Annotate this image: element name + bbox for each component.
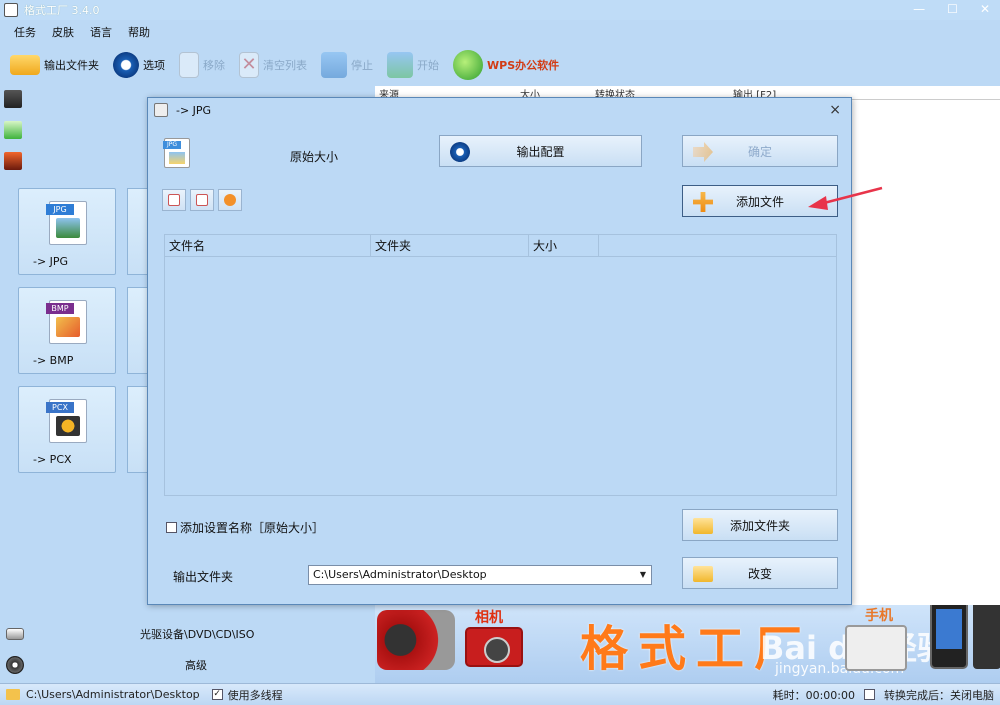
dialog-title-bar: -> JPG [148,98,851,122]
multithread-label: 使用多线程 [227,688,283,702]
output-config-button[interactable]: 输出配置 [439,135,642,167]
add-folder-button[interactable]: 添加文件夹 [682,509,838,541]
remove-file-icon [168,194,180,206]
elapsed-time: 耗时：00:00:00 [772,688,855,702]
dialog-close-button[interactable]: × [829,102,841,118]
jpg-file-icon: JPG [46,201,87,245]
play-button[interactable] [218,189,242,211]
tile-partial[interactable] [127,188,149,275]
output-folder-button[interactable]: 输出文件夹 [10,48,99,82]
remove-file-icon [179,52,199,78]
menu-bar: 任务 皮肤 语言 帮助 [0,20,1000,44]
add-setting-name-checkbox[interactable] [166,522,177,533]
stop-icon [321,52,347,78]
jpg-preset-icon: JPG [163,138,190,168]
clear-list-icon: ✕ [239,52,259,78]
remove-button[interactable]: 移除 [179,48,225,82]
play-icon [224,194,236,206]
folder-icon [6,689,20,700]
wps-globe-icon [453,50,483,80]
stop-button[interactable]: 停止 [321,48,373,82]
add-file-button[interactable]: 添加文件 [682,185,838,217]
window-title: 格式工厂 3.4.0 [24,4,100,17]
ad-banner[interactable]: 相机 格式工厂 Bai du 经验 jingyan.baidu.com 手机 [375,605,1000,683]
ok-button[interactable]: 确定 [682,135,838,167]
add-setting-name-option[interactable]: 添加设置名称［原始大小］ [166,519,324,536]
plus-icon [693,192,713,212]
output-folder-label: 输出文件夹 [173,570,234,584]
video-category-icon[interactable] [4,90,22,108]
tile-partial[interactable] [127,386,149,473]
minimize-button[interactable]: — [913,2,925,16]
add-setting-name-label: 添加设置名称［原始大小］ [180,521,325,535]
optical-drive-icon [6,628,24,640]
audio-category-icon[interactable] [4,121,22,139]
arrow-right-icon [693,142,713,162]
options-button[interactable]: 选项 [113,48,165,82]
status-output-path[interactable]: C:\Users\Administrator\Desktop [26,688,200,701]
tile-to-pcx[interactable]: PCX -> PCX [18,386,116,473]
remove-file-button[interactable] [162,189,186,211]
preset-label: 原始大小 [290,150,339,164]
category-icons [4,90,26,183]
dialog-file-list[interactable]: 文件名 文件夹 大小 [164,234,837,496]
dialog-app-icon [154,103,168,117]
optical-device-row[interactable]: 光驱设备\DVD\CD\ISO [0,620,375,648]
clear-icon [196,194,208,206]
column-size[interactable]: 大小 [529,235,599,257]
status-bar: C:\Users\Administrator\Desktop ✓ 使用多线程 耗… [0,683,1000,705]
feature-phone-icon [845,625,907,671]
maximize-button[interactable]: ☐ [947,2,958,16]
menu-language[interactable]: 语言 [90,24,112,40]
bmp-file-icon: BMP [46,300,87,344]
film-reel-icon [6,656,24,674]
title-bar: 格式工厂 3.4.0 — ☐ ✕ [0,0,1000,20]
menu-skin[interactable]: 皮肤 [52,24,74,40]
multithread-checkbox[interactable]: ✓ [211,689,223,700]
clear-files-button[interactable] [190,189,214,211]
close-button[interactable]: ✕ [980,2,990,16]
after-convert-label: 转换完成后：关闭电脑 [884,688,994,702]
output-folder-select[interactable]: C:\Users\Administrator\Desktop ▼ [308,565,652,585]
tile-partial[interactable] [127,287,149,374]
after-convert-checkbox[interactable] [864,689,875,700]
file-list-toolbar [162,189,242,211]
column-folder[interactable]: 文件夹 [371,235,529,257]
pda-phone-icon [973,605,1000,669]
file-list-header: 文件名 文件夹 大小 [165,235,836,257]
folder-icon [10,55,40,75]
chevron-down-icon: ▼ [639,570,647,579]
menu-task[interactable]: 任务 [14,24,36,40]
start-icon [387,52,413,78]
menu-help[interactable]: 帮助 [128,24,150,40]
app-icon [4,3,18,17]
add-folder-icon [693,518,713,534]
wps-office-button[interactable]: WPS办公软件 [453,48,559,82]
gear-icon [113,52,139,78]
column-filename[interactable]: 文件名 [165,235,371,257]
picture-category-icon[interactable] [4,152,22,170]
smartphone-icon [930,605,968,669]
clear-list-button[interactable]: ✕ 清空列表 [239,48,307,82]
folder-icon [693,566,713,582]
dialog-title: -> JPG [176,103,212,117]
tile-to-jpg[interactable]: JPG -> JPG [18,188,116,275]
start-button[interactable]: 开始 [387,48,439,82]
gear-icon [450,142,470,162]
toolbar: 输出文件夹 选项 移除 ✕ 清空列表 停止 开始 WPS办公软件 [0,46,1000,84]
change-button[interactable]: 改变 [682,557,838,589]
camcorder-icon [377,610,455,670]
camera-icon [465,627,523,667]
tile-to-bmp[interactable]: BMP -> BMP [18,287,116,374]
advanced-row[interactable]: 高级 [0,651,375,679]
pcx-file-icon: PCX [46,399,87,443]
convert-to-jpg-dialog: -> JPG × JPG 原始大小 输出配置 确定 添加文件 文件名 文件夹 大… [147,97,852,605]
